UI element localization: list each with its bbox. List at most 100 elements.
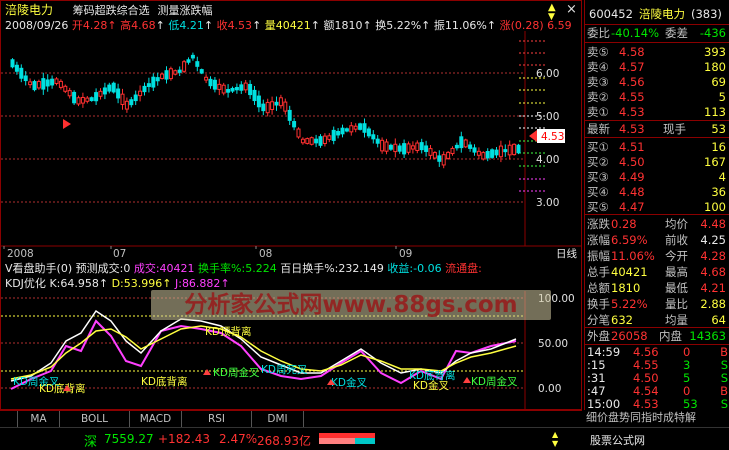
stat-value: 4.48 xyxy=(700,217,726,231)
menu-chip-select[interactable]: 筹码超跌综合选 xyxy=(73,4,150,17)
status-down-icon[interactable]: ▼ xyxy=(552,439,562,448)
candle-body xyxy=(410,145,415,150)
stat-label: 涨跌 xyxy=(587,217,610,231)
status-up-icon[interactable]: ▲ xyxy=(552,430,562,439)
quote-stock-name: 涪陵电力 xyxy=(639,7,685,21)
candle-body xyxy=(428,148,433,156)
candle-body xyxy=(19,67,24,79)
candle-body xyxy=(507,144,512,156)
tab-boll[interactable]: BOLL xyxy=(60,411,130,428)
tick-list: 14:59 4.56 0 B:15 4.55 3 S:31 4.50 5 S:47 4.54 0 B 15… xyxy=(585,344,729,411)
stat-label: 前收 xyxy=(665,233,688,247)
stat-value: 4.21 xyxy=(700,281,726,295)
kdj-tick: 50.00 xyxy=(538,338,568,350)
stat-value: 40421 xyxy=(611,265,648,279)
candle-body xyxy=(380,139,385,152)
chart-area[interactable]: 涪陵电力 筹码超跌综合选 测量涨跌幅 ▲ ▼ × 2008/09/26 开4.2… xyxy=(0,0,582,410)
candle-body xyxy=(437,155,442,162)
weicha-label: 委差 xyxy=(665,26,688,40)
candlestick-chart[interactable]: 6.00 5.00 4.00 3.00 4.53 xyxy=(1,31,581,247)
kdj-annotation: KD顶背离 xyxy=(205,325,251,338)
candle-body xyxy=(397,145,402,152)
cur-label: 现手 xyxy=(663,122,686,136)
stat-value: 6.59% xyxy=(611,233,648,247)
candle-body xyxy=(256,95,261,108)
indicator-tabs: MA BOLL MACD RSI DMI xyxy=(0,410,582,428)
date-tick: 2008 xyxy=(7,248,34,260)
quote-count: (383) xyxy=(691,7,722,21)
kdj-annotation: KD金叉 xyxy=(331,376,367,389)
stat-label: 振幅 xyxy=(587,249,610,263)
period-label[interactable]: 日线 xyxy=(556,248,577,261)
weibi-row: 委比 -40.14% 委差 -436 xyxy=(585,24,729,41)
candle-body xyxy=(305,138,310,144)
candle-body xyxy=(36,81,41,89)
tab-ma[interactable]: MA xyxy=(18,411,60,428)
signal-arrow-icon xyxy=(63,119,71,129)
inner-label: 内盘 xyxy=(659,329,682,343)
candle-body xyxy=(476,150,481,156)
tab-rsi[interactable]: RSI xyxy=(182,411,252,428)
ind-name: V看盘助手(0) xyxy=(5,262,73,275)
candle-body xyxy=(375,138,380,144)
stat-label: 均价 xyxy=(665,217,688,231)
index-amount: 268.93亿 xyxy=(257,434,311,448)
tab-dmi[interactable]: DMI xyxy=(252,411,304,428)
stat-label: 总额 xyxy=(587,281,610,295)
candle-body xyxy=(243,82,248,91)
close-icon[interactable]: × xyxy=(566,3,578,17)
candle-body xyxy=(129,99,134,106)
candle-body xyxy=(340,127,345,135)
ind-float-label: 流通盘: xyxy=(445,262,482,275)
stock-name: 涪陵电力 xyxy=(5,3,54,17)
tab-macd[interactable]: MACD xyxy=(130,411,182,428)
candle-body xyxy=(512,143,517,156)
candle-body xyxy=(261,103,266,112)
ask-row[interactable]: 卖① 4.53 113 xyxy=(585,104,729,121)
candle-body xyxy=(195,61,200,67)
bid-list: 买① 4.51 16 买② 4.50 167 买③ 4.49 4 买④ 4.48 36 买⑤ 4.47 10… xyxy=(585,137,729,222)
stat-value: 5.22% xyxy=(611,297,648,311)
outer-inner-row: 外盘 26058 内盘 14363 xyxy=(585,327,729,344)
index-value: 7559.27 xyxy=(104,432,154,446)
stat-row: 振幅 11.06% 今开 4.28 xyxy=(585,248,729,265)
candle-body xyxy=(349,125,354,133)
stat-value: 4.25 xyxy=(700,233,726,247)
candle-body xyxy=(45,79,50,87)
candle-body xyxy=(415,142,420,152)
quote-title: 600452 涪陵电力 (383) xyxy=(585,6,729,23)
ind-vol-label: 成交: xyxy=(133,262,160,275)
candle-body xyxy=(270,101,275,110)
candle-body xyxy=(371,134,376,140)
candle-body xyxy=(274,101,279,106)
menu-measure[interactable]: 测量涨跌幅 xyxy=(158,4,213,17)
ask-list: 卖⑤ 4.58 393 卖④ 4.57 180 卖③ 4.56 69 卖② 4.55 5 卖① 4.53 1… xyxy=(585,42,729,127)
stat-label: 最低 xyxy=(665,281,688,295)
candle-body xyxy=(516,144,521,154)
candle-body xyxy=(468,144,473,149)
indicator-header-1: V看盘助手(0) 预测成交:0 成交:40421 换手率%:5.224 百日换手… xyxy=(5,262,482,276)
candle-body xyxy=(331,129,336,141)
tab-scroll-left[interactable] xyxy=(0,411,18,428)
watermark: 分析家公式网www.88gs.com xyxy=(184,292,518,318)
ask-volume: 113 xyxy=(704,105,726,119)
candle-body xyxy=(164,70,169,80)
candle-body xyxy=(111,82,116,93)
candle-body xyxy=(314,138,319,144)
candle-body xyxy=(80,96,85,104)
candle-body xyxy=(107,84,112,92)
candle-body xyxy=(432,152,437,159)
candle-body xyxy=(318,136,323,146)
stat-label: 最高 xyxy=(665,265,688,279)
candle-body xyxy=(23,75,28,82)
tick-ticker[interactable]: 细价盘势同指时成特解 xyxy=(586,409,729,423)
candle-body xyxy=(322,135,327,144)
candle-body xyxy=(419,142,424,151)
candle-body xyxy=(138,90,143,97)
candle-body xyxy=(204,76,209,81)
ind-profit-label: 收益: xyxy=(387,262,414,275)
stat-value: 4.68 xyxy=(700,265,726,279)
candle-body xyxy=(146,83,151,87)
stat-row: 总手 40421 最高 4.68 xyxy=(585,264,729,281)
inner-value: 14363 xyxy=(689,329,726,343)
